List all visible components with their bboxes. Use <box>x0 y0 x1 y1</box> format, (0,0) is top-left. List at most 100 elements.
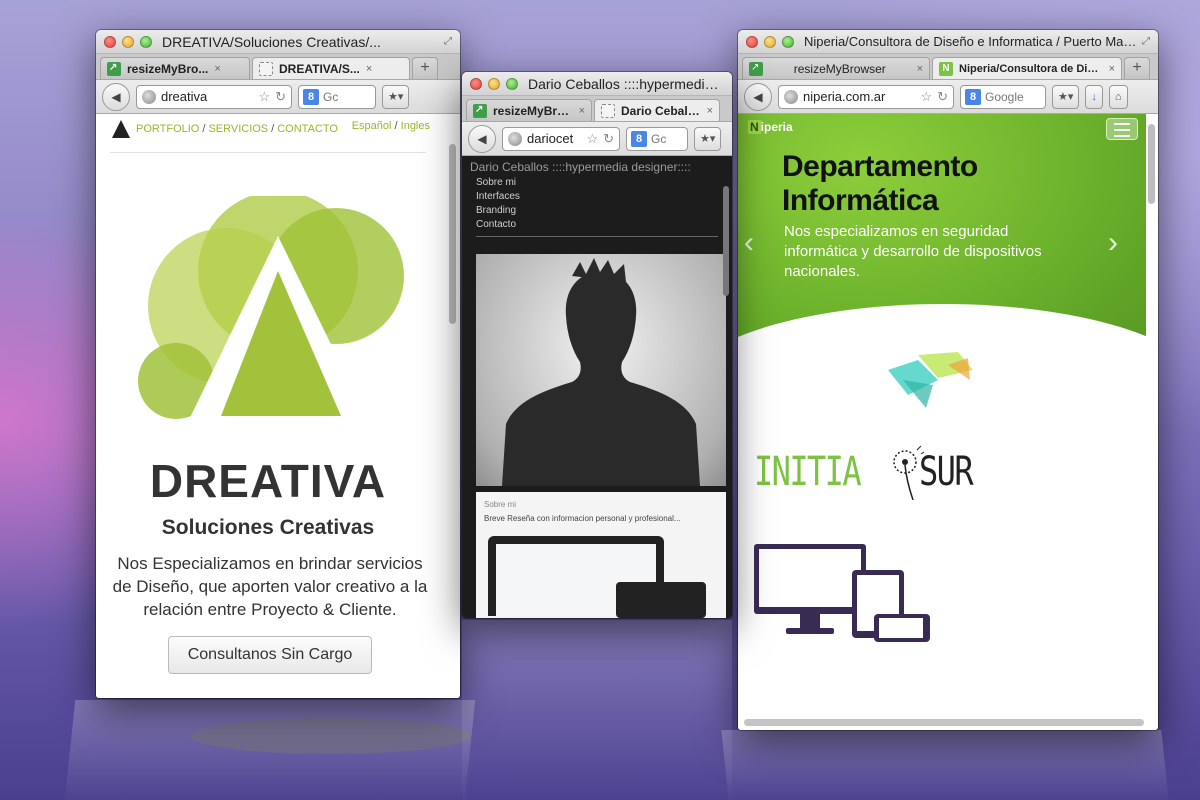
window-controls <box>104 35 152 48</box>
new-tab-button[interactable]: + <box>412 57 438 79</box>
horizontal-scrollbar[interactable] <box>744 719 1144 726</box>
reload-icon[interactable]: ↻ <box>275 89 286 105</box>
language-switch: Español / Ingles <box>352 120 430 138</box>
tab-close-icon[interactable]: × <box>214 63 220 75</box>
tab-resizemybrowser[interactable]: resizeMyBrowser × <box>742 57 930 79</box>
site-header: Dario Ceballos ::::hypermedia designer::… <box>470 160 691 174</box>
fullscreen-icon[interactable]: ⤢ <box>444 36 452 47</box>
url-text: dreativa <box>161 89 208 104</box>
zoom-window-button[interactable] <box>782 35 794 48</box>
scrollbar[interactable] <box>1148 124 1155 204</box>
tab-resizemybrowser[interactable]: resizeMyBro... × <box>466 99 592 121</box>
niperia-logo[interactable]: Niperia <box>748 120 793 134</box>
nav-portfolio-link[interactable]: PORTFOLIO <box>136 123 199 135</box>
globe-icon <box>142 89 156 104</box>
reload-icon[interactable]: ↻ <box>937 89 948 105</box>
fullscreen-icon[interactable]: ⤢ <box>1142 36 1150 47</box>
globe-icon <box>784 89 798 104</box>
search-bar[interactable]: 8 Gc <box>626 126 688 151</box>
search-bar[interactable]: 8 Gc <box>298 84 376 109</box>
url-text: niperia.com.ar <box>803 89 886 104</box>
profile-silhouette-image <box>476 254 726 486</box>
menu-item-contacto[interactable]: Contacto <box>476 218 520 232</box>
color-splash-graphic <box>888 352 973 408</box>
lang-es-link[interactable]: Español <box>352 120 392 132</box>
zoom-window-button[interactable] <box>506 77 518 90</box>
tab-dreativa[interactable]: DREATIVA/S... × <box>252 57 410 79</box>
tab-close-icon[interactable]: × <box>1109 63 1115 75</box>
hamburger-menu-icon[interactable] <box>1106 118 1138 140</box>
tab-close-icon[interactable]: × <box>707 105 713 117</box>
partner-name-b: SUR <box>918 449 974 495</box>
slider-next-icon[interactable]: › <box>1108 226 1118 260</box>
lang-separator: / <box>394 120 398 132</box>
star-icon[interactable]: ☆ <box>586 131 598 147</box>
zoom-window-button[interactable] <box>140 35 152 48</box>
tab-label: Dario Ceball... <box>621 103 701 118</box>
window-controls <box>470 77 518 90</box>
reflection-middle <box>462 620 732 800</box>
menu-item-sobre-mi[interactable]: Sobre mi <box>476 176 520 190</box>
nav-bar: ◀ niperia.com.ar ☆ ↻ 8 Google ★▾ ↓ ⌂ <box>738 80 1158 114</box>
url-bar[interactable]: niperia.com.ar ☆ ↻ <box>778 84 954 109</box>
bookmarks-button[interactable]: ★▾ <box>1052 84 1080 109</box>
tab-close-icon[interactable]: × <box>579 105 585 117</box>
consult-button[interactable]: Consultanos Sin Cargo <box>168 636 372 674</box>
tab-bar: resizeMyBro... × DREATIVA/S... × + <box>96 54 460 80</box>
niperia-icon: N <box>939 61 953 76</box>
google-icon: 8 <box>965 88 981 105</box>
site-nav: PORTFOLIO / SERVICIOS / CONTACTO Español… <box>112 120 430 138</box>
nav-contacto-link[interactable]: CONTACTO <box>277 123 338 135</box>
slider-prev-icon[interactable]: ‹ <box>744 226 754 260</box>
tab-close-icon[interactable]: × <box>917 63 923 75</box>
titlebar: Niperia/Consultora de Diseño e Informati… <box>738 30 1158 54</box>
blank-page-icon <box>259 61 273 76</box>
initia-sur-logo: INITIA SUR <box>754 444 985 500</box>
tab-label: Niperia/Consultora de Dis... <box>959 62 1103 75</box>
minimize-window-button[interactable] <box>122 35 134 48</box>
minimize-window-button[interactable] <box>488 77 500 90</box>
about-label: Sobre mi <box>484 500 517 509</box>
search-bar[interactable]: 8 Google <box>960 84 1046 109</box>
reload-icon[interactable]: ↻ <box>603 131 614 147</box>
scrollbar[interactable] <box>723 186 729 296</box>
about-panel: Sobre mi Breve Reseña con informacion pe… <box>476 492 726 618</box>
menu-item-branding[interactable]: Branding <box>476 204 520 218</box>
lang-en-link[interactable]: Ingles <box>401 120 430 132</box>
globe-icon <box>508 131 522 146</box>
dreativa-logo-icon[interactable] <box>112 120 130 138</box>
back-button[interactable]: ◀ <box>468 124 496 153</box>
browser-window-dreativa: DREATIVA/Soluciones Creativas/... ⤢ resi… <box>96 30 460 698</box>
star-icon[interactable]: ☆ <box>258 89 270 105</box>
tab-resizemybrowser[interactable]: resizeMyBro... × <box>100 57 250 79</box>
resize-icon <box>749 61 763 76</box>
nav-servicios-link[interactable]: SERVICIOS <box>208 123 268 135</box>
site-menu: Sobre mi Interfaces Branding Contacto <box>476 176 520 232</box>
bookmarks-button[interactable]: ★▾ <box>382 84 410 109</box>
download-icon[interactable]: ↓ <box>1085 84 1103 109</box>
url-bar[interactable]: dreativa ☆ ↻ <box>136 84 292 109</box>
resize-icon <box>107 61 121 76</box>
titlebar: Dario Ceballos ::::hypermedia de... <box>462 72 732 96</box>
new-tab-button[interactable]: + <box>1124 57 1150 79</box>
tab-close-icon[interactable]: × <box>366 63 372 75</box>
nav-bar: ◀ dariocet ☆ ↻ 8 Gc ★▾ <box>462 122 732 156</box>
close-window-button[interactable] <box>746 35 758 48</box>
tab-niperia[interactable]: N Niperia/Consultora de Dis... × <box>932 57 1122 79</box>
url-bar[interactable]: dariocet ☆ ↻ <box>502 126 620 151</box>
close-window-button[interactable] <box>104 35 116 48</box>
minimize-window-button[interactable] <box>764 35 776 48</box>
bookmarks-button[interactable]: ★▾ <box>694 126 722 151</box>
back-button[interactable]: ◀ <box>744 82 772 111</box>
brand-description: Nos Especializamos en brindar servicios … <box>112 554 428 619</box>
menu-item-interfaces[interactable]: Interfaces <box>476 190 520 204</box>
close-window-button[interactable] <box>470 77 482 90</box>
brand-title: DREATIVA <box>149 455 387 507</box>
scrollbar[interactable] <box>449 144 456 324</box>
home-icon[interactable]: ⌂ <box>1108 84 1128 109</box>
back-button[interactable]: ◀ <box>102 82 130 111</box>
star-icon[interactable]: ☆ <box>920 89 932 105</box>
titlebar: DREATIVA/Soluciones Creativas/... ⤢ <box>96 30 460 54</box>
tab-dario[interactable]: Dario Ceball... × <box>594 99 720 121</box>
tab-bar: resizeMyBrowser × N Niperia/Consultora d… <box>738 54 1158 80</box>
